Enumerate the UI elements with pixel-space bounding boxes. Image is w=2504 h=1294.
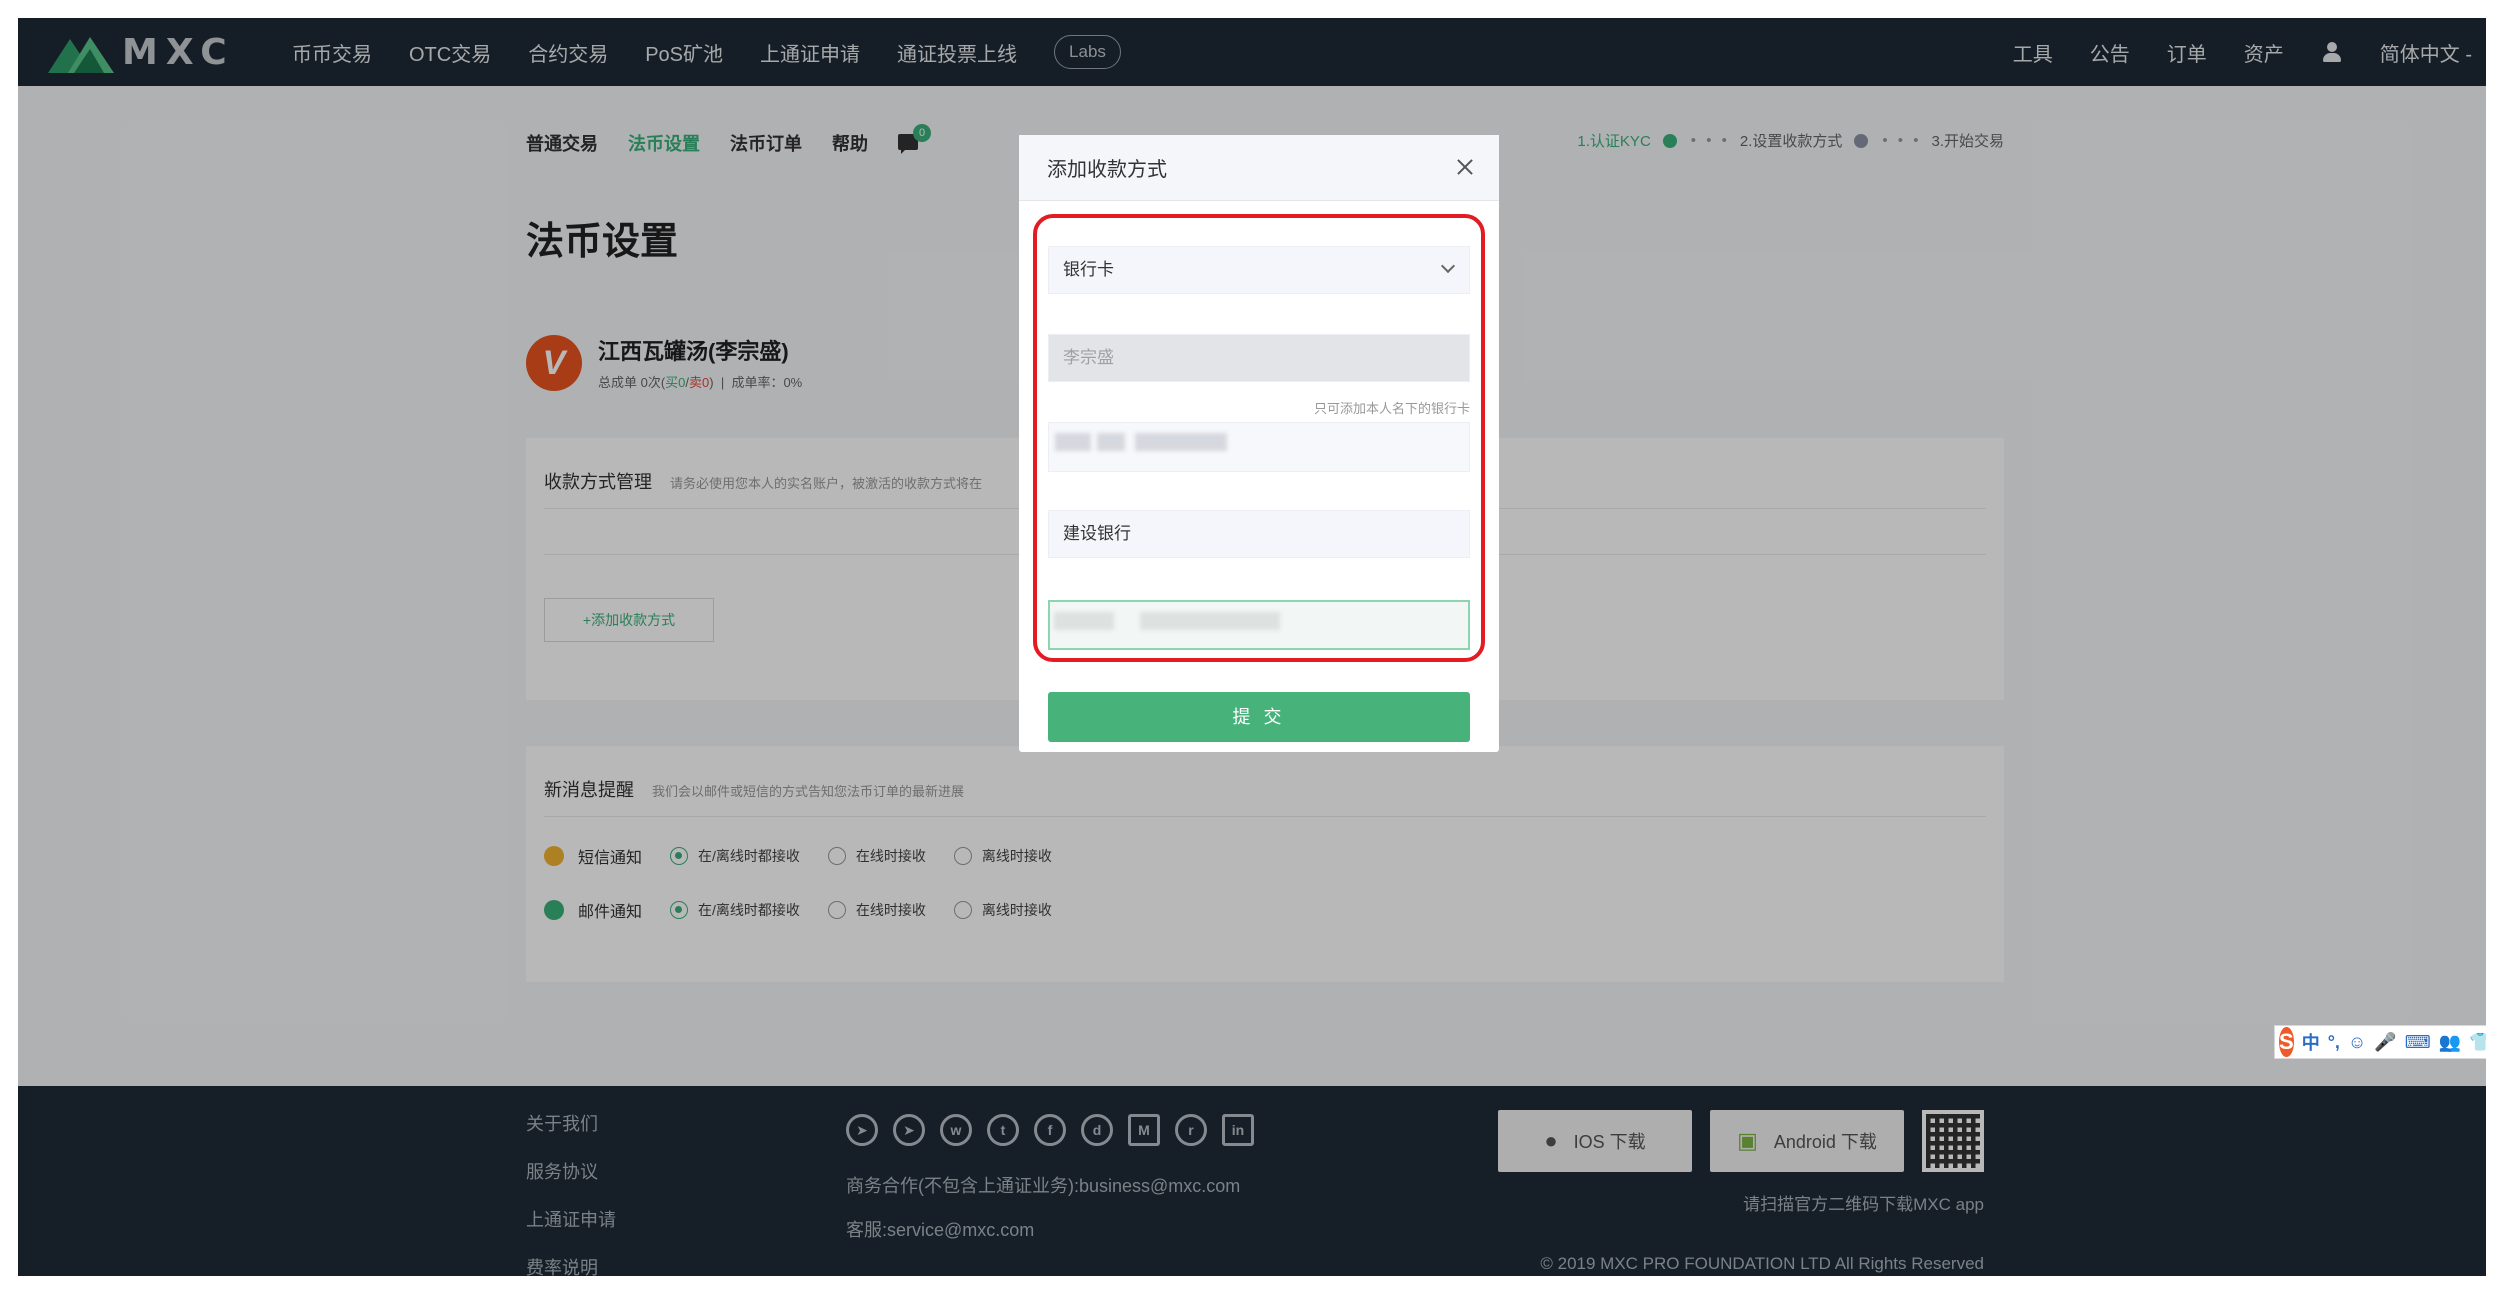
ime-emoji-icon[interactable]: ☺ (2348, 1032, 2366, 1053)
ime-skin-icon[interactable]: 👕 (2469, 1032, 2486, 1053)
payment-method-select[interactable]: 银行卡 (1048, 246, 1470, 294)
bank-name-value: 建设银行 (1063, 524, 1131, 543)
ime-users-icon[interactable]: 👥 (2439, 1032, 2461, 1053)
redacted-text (1140, 612, 1280, 630)
ime-mic-icon[interactable]: 🎤 (2374, 1032, 2396, 1053)
bank-name-field[interactable]: 建设银行 (1048, 510, 1470, 558)
ime-toolbar: S 中 °, ☺ 🎤 ⌨ 👥 👕 ⊞ (2274, 1025, 2486, 1059)
sogou-ime-icon[interactable]: S (2279, 1027, 2294, 1057)
submit-button[interactable]: 提 交 (1048, 692, 1470, 742)
browser-window: MXC 币币交易 OTC交易 合约交易 PoS矿池 上通证申请 通证投票上线 L… (18, 18, 2486, 1276)
ime-keyboard-icon[interactable]: ⌨ (2405, 1032, 2431, 1053)
modal-title: 添加收款方式 (1047, 159, 1167, 181)
chevron-down-icon (1440, 258, 1456, 274)
account-name-value: 李宗盛 (1063, 348, 1114, 367)
close-icon[interactable] (1453, 155, 1477, 179)
redacted-text (1054, 612, 1114, 630)
payment-method-value: 银行卡 (1063, 260, 1114, 279)
add-payment-method-modal: 添加收款方式 银行卡 李宗盛 只可添加本人名下的银行卡 建设银行 提 交 (1019, 135, 1499, 752)
redacted-text (1097, 433, 1125, 451)
ime-chinese-mode[interactable]: 中 (2302, 1029, 2320, 1055)
account-name-field[interactable]: 李宗盛 (1048, 334, 1470, 382)
ime-punctuation[interactable]: °, (2328, 1032, 2340, 1053)
redacted-text (1055, 433, 1091, 451)
redacted-text (1135, 433, 1227, 451)
account-name-hint: 只可添加本人名下的银行卡 (1313, 401, 1470, 416)
card-number-confirm-field[interactable] (1048, 600, 1470, 650)
card-number-field[interactable] (1048, 422, 1470, 472)
